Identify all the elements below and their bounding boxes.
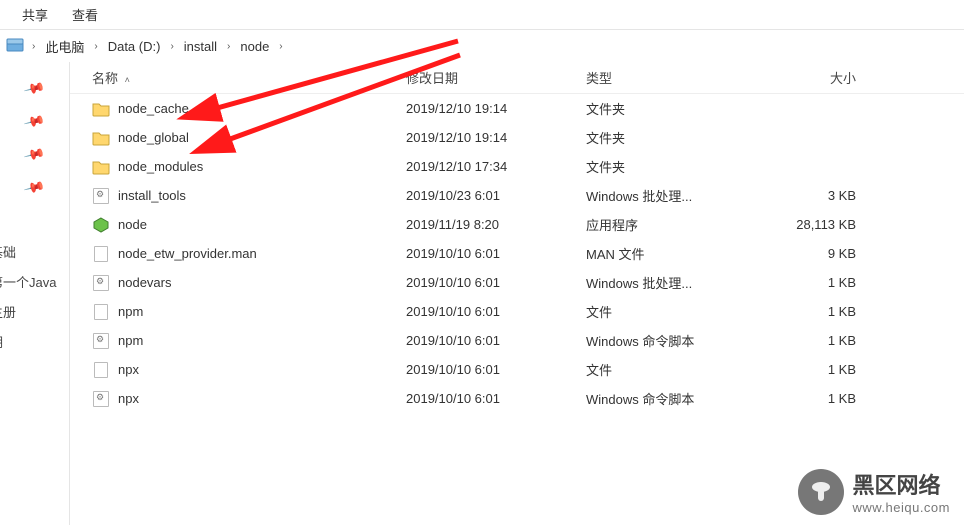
file-icon bbox=[92, 390, 110, 408]
file-type: Windows 批处理... bbox=[586, 186, 746, 205]
sidebar-label-java[interactable]: 第一个Java bbox=[0, 272, 56, 291]
file-size: 1 KB bbox=[746, 304, 876, 319]
file-date: 2019/12/10 17:34 bbox=[406, 159, 586, 174]
sidebar-label-reg[interactable]: 主册 bbox=[0, 302, 16, 321]
menu-view[interactable]: 查看 bbox=[60, 5, 110, 24]
column-header-name-label: 名称 bbox=[92, 71, 118, 86]
table-row[interactable]: npm 2019/10/10 6:01Windows 命令脚本1 KB bbox=[70, 326, 964, 355]
column-header-type[interactable]: 类型 bbox=[586, 68, 746, 87]
file-date: 2019/12/10 19:14 bbox=[406, 130, 586, 145]
crumb-node[interactable]: node bbox=[236, 39, 273, 54]
file-name: nodevars bbox=[118, 275, 171, 290]
chevron-right-icon: › bbox=[275, 41, 286, 52]
file-icon bbox=[92, 274, 110, 292]
crumb-drive[interactable]: Data (D:) bbox=[104, 39, 165, 54]
chevron-right-icon: › bbox=[90, 41, 101, 52]
file-name: node bbox=[118, 217, 147, 232]
file-type: Windows 批处理... bbox=[586, 273, 746, 292]
file-name: install_tools bbox=[118, 188, 186, 203]
file-icon bbox=[92, 303, 110, 321]
file-type: 应用程序 bbox=[586, 215, 746, 234]
file-name: npx bbox=[118, 362, 139, 377]
file-icon bbox=[92, 158, 110, 176]
chevron-right-icon: › bbox=[28, 41, 39, 52]
pin-icon: 📌 bbox=[23, 143, 47, 166]
chevron-right-icon: › bbox=[166, 41, 177, 52]
file-type: 文件 bbox=[586, 302, 746, 321]
table-row[interactable]: nodevars 2019/10/10 6:01Windows 批处理...1 K… bbox=[70, 268, 964, 297]
breadcrumb[interactable]: › 此电脑 › Data (D:) › install › node › bbox=[0, 30, 964, 62]
file-type: 文件夹 bbox=[586, 157, 746, 176]
table-row[interactable]: node_cache 2019/12/10 19:14文件夹 bbox=[70, 94, 964, 123]
file-date: 2019/11/19 8:20 bbox=[406, 217, 586, 232]
table-row[interactable]: npx 2019/10/10 6:01Windows 命令脚本1 KB bbox=[70, 384, 964, 413]
table-row[interactable]: npm 2019/10/10 6:01文件1 KB bbox=[70, 297, 964, 326]
file-name: npm bbox=[118, 333, 143, 348]
file-name: node_global bbox=[118, 130, 189, 145]
file-icon bbox=[92, 100, 110, 118]
pin-icon: 📌 bbox=[23, 110, 47, 133]
file-size: 1 KB bbox=[746, 275, 876, 290]
file-date: 2019/10/10 6:01 bbox=[406, 246, 586, 261]
file-date: 2019/10/23 6:01 bbox=[406, 188, 586, 203]
top-menu: 共享 查看 bbox=[0, 0, 964, 30]
file-name: npx bbox=[118, 391, 139, 406]
file-size: 9 KB bbox=[746, 246, 876, 261]
column-header-date[interactable]: 修改日期 bbox=[406, 68, 586, 87]
menu-share[interactable]: 共享 bbox=[10, 5, 60, 24]
file-name: npm bbox=[118, 304, 143, 319]
file-icon bbox=[92, 245, 110, 263]
file-date: 2019/10/10 6:01 bbox=[406, 333, 586, 348]
table-row[interactable]: node_etw_provider.man 2019/10/10 6:01MAN … bbox=[70, 239, 964, 268]
file-type: MAN 文件 bbox=[586, 244, 746, 263]
sidebar-label-base[interactable]: 基础 bbox=[0, 242, 16, 261]
table-row[interactable]: node 2019/11/19 8:20应用程序28,113 KB bbox=[70, 210, 964, 239]
column-header-row: 名称 ˄ 修改日期 类型 大小 bbox=[70, 62, 964, 94]
file-icon bbox=[92, 361, 110, 379]
crumb-this-pc[interactable]: 此电脑 bbox=[41, 37, 88, 56]
watermark-url: www.heiqu.com bbox=[852, 500, 950, 515]
watermark-brand: 黑区网络 bbox=[852, 468, 950, 500]
file-type: Windows 命令脚本 bbox=[586, 389, 746, 408]
file-date: 2019/10/10 6:01 bbox=[406, 275, 586, 290]
drive-icon bbox=[6, 37, 24, 55]
file-icon bbox=[92, 332, 110, 350]
file-name: node_etw_provider.man bbox=[118, 246, 257, 261]
quick-access-sidebar: 📌 📌 📌 📌 基础 第一个Java 主册 期 bbox=[0, 62, 70, 525]
pin-icon: 📌 bbox=[23, 77, 47, 100]
file-type: 文件夹 bbox=[586, 99, 746, 118]
sort-asc-icon: ˄ bbox=[122, 75, 130, 85]
file-icon bbox=[92, 187, 110, 205]
table-row[interactable]: npx 2019/10/10 6:01文件1 KB bbox=[70, 355, 964, 384]
chevron-right-icon: › bbox=[223, 41, 234, 52]
file-date: 2019/10/10 6:01 bbox=[406, 304, 586, 319]
file-icon bbox=[92, 129, 110, 147]
file-size: 1 KB bbox=[746, 391, 876, 406]
file-icon bbox=[92, 216, 110, 234]
file-name: node_cache bbox=[118, 101, 189, 116]
file-size: 1 KB bbox=[746, 362, 876, 377]
watermark: 黑区网络 www.heiqu.com bbox=[798, 468, 950, 515]
watermark-logo-icon bbox=[798, 469, 844, 515]
column-header-size[interactable]: 大小 bbox=[746, 68, 876, 87]
file-date: 2019/10/10 6:01 bbox=[406, 362, 586, 377]
file-date: 2019/12/10 19:14 bbox=[406, 101, 586, 116]
table-row[interactable]: node_global 2019/12/10 19:14文件夹 bbox=[70, 123, 964, 152]
file-size: 1 KB bbox=[746, 333, 876, 348]
file-type: 文件夹 bbox=[586, 128, 746, 147]
file-name: node_modules bbox=[118, 159, 203, 174]
crumb-install[interactable]: install bbox=[180, 39, 221, 54]
file-type: 文件 bbox=[586, 360, 746, 379]
file-list-pane: 名称 ˄ 修改日期 类型 大小 node_cache 2019/12/10 19:… bbox=[70, 62, 964, 525]
table-row[interactable]: node_modules 2019/12/10 17:34文件夹 bbox=[70, 152, 964, 181]
file-size: 28,113 KB bbox=[746, 217, 876, 232]
file-type: Windows 命令脚本 bbox=[586, 331, 746, 350]
sidebar-label-date[interactable]: 期 bbox=[0, 332, 3, 351]
pin-icon: 📌 bbox=[23, 176, 47, 199]
table-row[interactable]: install_tools 2019/10/23 6:01Windows 批处理.… bbox=[70, 181, 964, 210]
file-date: 2019/10/10 6:01 bbox=[406, 391, 586, 406]
file-size: 3 KB bbox=[746, 188, 876, 203]
column-header-name[interactable]: 名称 ˄ bbox=[76, 68, 406, 87]
